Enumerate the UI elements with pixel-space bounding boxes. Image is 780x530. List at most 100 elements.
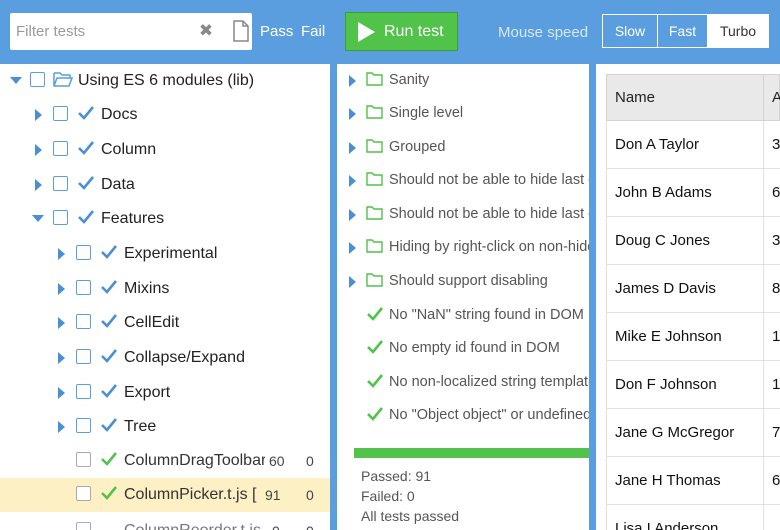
filter-box: ✖	[10, 13, 252, 50]
column-header-name[interactable]: Name	[615, 89, 655, 106]
tree-checkbox[interactable]	[53, 176, 68, 191]
clear-filter-icon[interactable]: ✖	[196, 21, 216, 41]
tree-item-column[interactable]: Column	[0, 133, 330, 167]
tree-item-export[interactable]: Export	[0, 376, 330, 410]
pass-check-icon	[367, 407, 384, 421]
failed-count: 0	[306, 453, 314, 469]
mouse-speed-label: Mouse speed	[498, 24, 589, 41]
tree-item-celledit[interactable]: CellEdit	[0, 306, 330, 340]
tree-checkbox[interactable]	[76, 245, 91, 260]
assertion-group-label: Hiding by right-click on non-hidea	[389, 239, 589, 255]
tree-checkbox[interactable]	[76, 384, 91, 399]
tree-checkbox[interactable]	[53, 210, 68, 225]
grid-row[interactable]: Mike E Johnson 1	[606, 313, 780, 361]
collapsed-arrow-icon[interactable]	[58, 248, 65, 260]
collapsed-arrow-icon[interactable]	[58, 283, 65, 295]
tree-item-experimental[interactable]: Experimental	[0, 237, 330, 271]
name-cell: Don A Taylor	[615, 136, 699, 153]
name-cell: James D Davis	[615, 280, 716, 297]
grid-row[interactable]: Lisa I Anderson	[606, 505, 780, 530]
test-file-label: ColumnPicker.t.js [ fe	[124, 486, 275, 503]
folder-icon	[366, 105, 383, 119]
tree-item-mixins[interactable]: Mixins	[0, 272, 330, 306]
collapsed-arrow-icon[interactable]	[349, 209, 356, 221]
grid-row[interactable]: Jane H Thomas 6	[606, 457, 780, 505]
filter-tests-input[interactable]	[10, 13, 190, 50]
grid-row[interactable]: Jane G McGregor 7	[606, 409, 780, 457]
test-file-row[interactable]: ColumnReorder.t.js 0 0	[0, 514, 330, 530]
grid-row[interactable]: Doug C Jones 3	[606, 217, 780, 265]
expand-arrow-icon[interactable]	[32, 215, 44, 222]
assertion-label: No non-localized string templates	[389, 374, 589, 390]
grid-row[interactable]: Don A Taylor 3	[606, 121, 780, 169]
tree-checkbox[interactable]	[76, 314, 91, 329]
fail-filter-link[interactable]: Fail	[301, 23, 325, 40]
collapsed-arrow-icon[interactable]	[35, 179, 42, 191]
collapsed-arrow-icon[interactable]	[35, 109, 42, 121]
tree-item-docs[interactable]: Docs	[0, 98, 330, 132]
tree-checkbox[interactable]	[30, 72, 45, 87]
failed-count: 0	[306, 487, 314, 503]
tree-item-tree[interactable]: Tree	[0, 410, 330, 444]
tree-item-data[interactable]: Data	[0, 168, 330, 202]
assertions-panel: Sanity Single level Grouped Should not b…	[337, 64, 589, 530]
speed-fast-button[interactable]: Fast	[657, 14, 708, 48]
tree-root-row[interactable]: Using ES 6 modules (lib)	[0, 64, 330, 98]
tree-checkbox[interactable]	[76, 522, 91, 530]
age-cell: 1	[772, 376, 780, 393]
test-file-row-selected[interactable]: ColumnPicker.t.js [ fe 91 0	[0, 478, 330, 512]
pass-filter-link[interactable]: Pass	[260, 23, 293, 40]
cell-divider	[763, 361, 764, 409]
tree-checkbox[interactable]	[76, 418, 91, 433]
expand-arrow-icon[interactable]	[10, 77, 22, 84]
passed-count: 0	[268, 523, 280, 530]
checkmark-icon	[101, 384, 118, 398]
collapsed-arrow-icon[interactable]	[349, 75, 356, 87]
tree-item-label: Export	[124, 384, 171, 401]
assertion-group-row[interactable]: Sanity	[337, 64, 589, 98]
folder-icon	[366, 72, 383, 86]
collapsed-arrow-icon[interactable]	[58, 352, 65, 364]
assertion-group-row[interactable]: Single level	[337, 97, 589, 131]
tree-checkbox[interactable]	[76, 349, 91, 364]
tree-item-features[interactable]: Features	[0, 202, 330, 236]
collapsed-arrow-icon[interactable]	[349, 175, 356, 187]
collapsed-arrow-icon[interactable]	[35, 144, 42, 156]
column-header-age[interactable]: A	[772, 89, 780, 106]
collapsed-arrow-icon[interactable]	[349, 242, 356, 254]
passed-count: 91	[261, 487, 281, 503]
tree-checkbox[interactable]	[76, 486, 91, 501]
test-file-label: ColumnReorder.t.js	[124, 522, 261, 530]
tree-checkbox[interactable]	[76, 280, 91, 295]
run-test-label: Run test	[384, 23, 444, 40]
assertion-group-row[interactable]: Hiding by right-click on non-hidea	[337, 231, 589, 265]
cell-divider	[763, 217, 764, 265]
collapsed-arrow-icon[interactable]	[58, 387, 65, 399]
collapsed-arrow-icon[interactable]	[58, 317, 65, 329]
tree-root-label: Using ES 6 modules (lib)	[78, 72, 255, 89]
collapsed-arrow-icon[interactable]	[58, 421, 65, 433]
assertion-group-row[interactable]: Grouped	[337, 131, 589, 165]
grid-row[interactable]: Don F Johnson 1	[606, 361, 780, 409]
assertion-group-row[interactable]: Should not be able to hide last co	[337, 164, 589, 198]
test-tree-panel: Using ES 6 modules (lib) Docs Column Dat…	[0, 64, 330, 530]
speed-turbo-button[interactable]: Turbo	[707, 14, 769, 48]
tree-checkbox[interactable]	[53, 106, 68, 121]
assertion-group-label: Grouped	[389, 139, 446, 155]
assertion-group-row[interactable]: Should not be able to hide last co	[337, 198, 589, 232]
pass-check-icon	[101, 486, 118, 500]
folder-icon	[366, 206, 383, 220]
grid-row[interactable]: John B Adams 6	[606, 169, 780, 217]
collapsed-arrow-icon[interactable]	[349, 142, 356, 154]
tree-item-collapse-expand[interactable]: Collapse/Expand	[0, 341, 330, 375]
tree-checkbox[interactable]	[76, 452, 91, 467]
collapsed-arrow-icon[interactable]	[349, 108, 356, 120]
tree-checkbox[interactable]	[53, 141, 68, 156]
assertion-group-row[interactable]: Should support disabling	[337, 265, 589, 299]
run-test-button[interactable]: Run test	[345, 12, 458, 51]
test-file-row[interactable]: ColumnDragToolbar 60 0	[0, 444, 330, 478]
grid-row[interactable]: James D Davis 8	[606, 265, 780, 313]
file-icon[interactable]	[233, 20, 249, 42]
collapsed-arrow-icon[interactable]	[349, 276, 356, 288]
speed-slow-button[interactable]: Slow	[602, 14, 658, 48]
